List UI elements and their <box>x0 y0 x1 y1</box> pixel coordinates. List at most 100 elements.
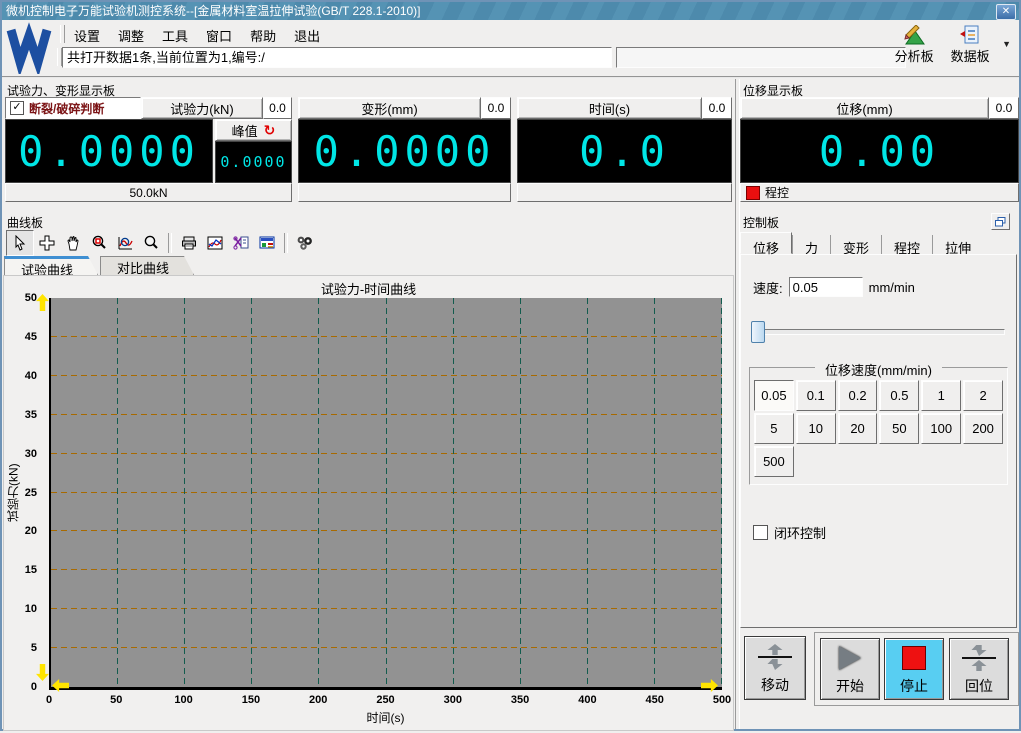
toolbar-more-arrow-icon[interactable]: ▼ <box>1002 39 1011 49</box>
data-board-button[interactable]: 数据板 <box>946 25 994 65</box>
speed-option-0.05[interactable]: 0.05 <box>754 380 794 411</box>
speed-grid: 0.05 0.1 0.2 0.5 1 2 5 10 20 50 100 200 500 <box>754 380 1003 477</box>
curve-tab-试验曲线[interactable]: 试验曲线 <box>4 256 98 275</box>
control-tab-程控[interactable]: 程控 <box>881 235 932 256</box>
program-control-indicator-icon <box>746 185 760 200</box>
x-tick-300: 300 <box>443 694 462 706</box>
closed-loop-checkbox[interactable] <box>753 525 768 540</box>
gridline-v <box>586 298 588 687</box>
gridline-v <box>117 298 119 687</box>
speed-row: 速度: mm/min <box>753 277 915 297</box>
zoom-region-icon[interactable] <box>86 231 112 255</box>
deform-lcd-display: 0.0000 <box>298 119 511 183</box>
speed-option-1[interactable]: 1 <box>921 380 962 411</box>
status-text: 共打开数据1条,当前位置为1,编号:/ <box>67 50 265 65</box>
break-judge-checkbox[interactable]: ✓ <box>10 101 24 115</box>
peak-header[interactable]: 峰值 ↻ <box>215 119 292 141</box>
start-play-icon <box>839 642 861 674</box>
gears-settings-icon[interactable] <box>292 231 318 255</box>
speed-input[interactable] <box>788 277 863 297</box>
speed-groupbox: 位移速度(mm/min) 0.05 0.1 0.2 0.5 1 2 5 10 20 50 100 20… <box>749 363 1008 485</box>
control-tab-位移[interactable]: 位移 <box>740 232 793 256</box>
time-aux-value: 0.0 <box>702 97 732 119</box>
toolbar-grip <box>60 25 65 43</box>
speed-option-500[interactable]: 500 <box>754 446 794 477</box>
speed-option-5[interactable]: 5 <box>754 413 794 444</box>
gridline-v <box>251 298 253 687</box>
x-tick-450: 450 <box>645 694 664 706</box>
stop-square-icon <box>902 642 926 674</box>
y-tick-50: 50 <box>24 292 37 304</box>
displacement-header[interactable]: 位移(mm) <box>740 97 989 119</box>
stop-button[interactable]: 停止 <box>884 638 944 700</box>
menu-item-工具[interactable]: 工具 <box>154 24 196 44</box>
analysis-pencil-ruler-icon <box>904 25 926 45</box>
control-tab-力[interactable]: 力 <box>792 235 830 256</box>
analysis-board-label: 分析板 <box>894 49 934 64</box>
speed-option-50[interactable]: 50 <box>879 413 920 444</box>
speed-group-title: 位移速度(mm/min) <box>750 360 1007 379</box>
plot-area[interactable] <box>49 298 722 690</box>
gridline-h <box>51 452 722 454</box>
speed-option-100[interactable]: 100 <box>921 413 962 444</box>
gridline-h <box>51 608 722 610</box>
menu-item-窗口[interactable]: 窗口 <box>198 24 240 44</box>
y-tick-45: 45 <box>24 330 37 343</box>
select-cursor-icon[interactable] <box>6 230 34 256</box>
data-grid-icon[interactable] <box>254 231 280 255</box>
control-tab-content: 速度: mm/min 位移速度(mm/min) 0.050.10.20.512 5… <box>740 254 1017 628</box>
peak-label: 峰值 <box>231 123 258 139</box>
menu-item-帮助[interactable]: 帮助 <box>242 24 284 44</box>
close-button[interactable]: ✕ <box>996 4 1016 20</box>
speed-option-0.1[interactable]: 0.1 <box>795 380 836 411</box>
return-button[interactable]: 回位 <box>949 638 1009 700</box>
logo-w-icon <box>6 22 52 78</box>
menu-item-调整[interactable]: 调整 <box>110 24 152 44</box>
x-tick-350: 350 <box>510 694 530 706</box>
clip-copy-icon[interactable] <box>228 231 254 255</box>
print-icon[interactable] <box>176 231 202 255</box>
analysis-board-button[interactable]: 分析板 <box>890 25 938 65</box>
gridline-v <box>721 298 722 687</box>
chart-title: 试验力-时间曲线 <box>320 282 417 297</box>
move-button-label: 移动 <box>761 677 789 693</box>
control-board-title: 控制板 <box>743 216 780 230</box>
zoom-curve-icon[interactable] <box>112 231 138 255</box>
curves-compare-icon[interactable] <box>202 231 228 255</box>
curve-tabs: 试验曲线 对比曲线 <box>4 256 196 275</box>
gridline-h <box>51 647 722 649</box>
speed-option-0.2[interactable]: 0.2 <box>837 380 878 411</box>
control-tab-变形[interactable]: 变形 <box>830 235 881 256</box>
window-title: 微机控制电子万能试验机测控系统--[金属材料室温拉伸试验(GB/T 228.1-… <box>6 4 421 18</box>
gridline-v <box>519 298 521 687</box>
x-tick-200: 200 <box>309 694 328 706</box>
move-button[interactable]: 移动 <box>744 636 806 700</box>
move-crosshair-icon[interactable] <box>34 231 60 255</box>
control-tab-拉伸[interactable]: 拉伸 <box>932 235 983 256</box>
speed-slider-thumb[interactable] <box>751 321 765 343</box>
x-axis-title: 时间(s) <box>366 711 405 725</box>
start-button[interactable]: 开始 <box>820 638 880 700</box>
speed-slider-track[interactable] <box>753 329 1005 335</box>
speed-option-20[interactable]: 20 <box>837 413 878 444</box>
time-header[interactable]: 时间(s) <box>517 97 702 119</box>
gridline-h <box>51 530 722 532</box>
magnifier-icon[interactable] <box>138 231 164 255</box>
break-judge-label: 断裂/破碎判断 <box>29 101 105 116</box>
x-tick-400: 400 <box>578 694 597 706</box>
pan-hand-icon[interactable] <box>60 231 86 255</box>
speed-unit: mm/min <box>868 279 915 295</box>
speed-option-200[interactable]: 200 <box>963 413 1003 444</box>
force-header[interactable]: 试验力(kN) <box>141 97 263 119</box>
deform-bottom-bar <box>298 183 511 202</box>
menu-item-设置[interactable]: 设置 <box>66 24 108 44</box>
stop-button-label: 停止 <box>900 678 928 694</box>
speed-option-2[interactable]: 2 <box>963 380 1003 411</box>
deform-header[interactable]: 变形(mm) <box>298 97 481 119</box>
speed-option-0.5[interactable]: 0.5 <box>879 380 920 411</box>
peak-refresh-icon[interactable]: ↻ <box>264 122 276 139</box>
menu-item-退出[interactable]: 退出 <box>286 24 328 44</box>
speed-option-10[interactable]: 10 <box>795 413 836 444</box>
curve-tab-对比曲线[interactable]: 对比曲线 <box>100 256 194 275</box>
y-tick-25: 25 <box>24 486 37 499</box>
